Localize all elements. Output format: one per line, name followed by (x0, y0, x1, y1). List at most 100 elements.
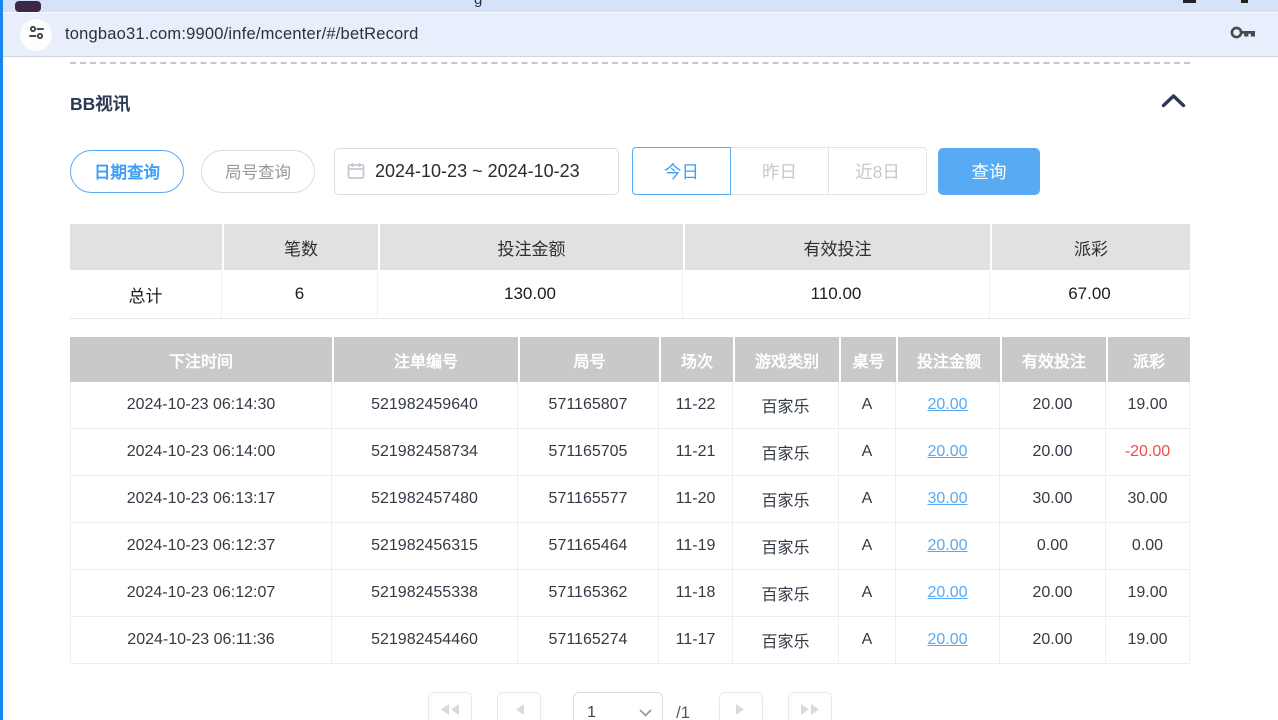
bet-records-table: 下注时间 注单编号 局号 场次 游戏类别 桌号 投注金额 有效投注 派彩 202… (70, 337, 1190, 664)
today-button[interactable]: 今日 (632, 147, 731, 195)
next-page-button[interactable] (719, 692, 763, 720)
cell-payout: 19.00 (1106, 617, 1190, 663)
cell-valid-bet: 0.00 (1000, 523, 1106, 569)
cell-payout: 19.00 (1106, 382, 1190, 428)
cell-table-no: A (839, 523, 896, 569)
search-button[interactable]: 查询 (938, 148, 1040, 195)
window-control-icon[interactable] (1183, 0, 1196, 3)
cell-round-no: 571165705 (518, 429, 659, 475)
cell-bet-time: 2024-10-23 06:14:30 (70, 382, 332, 428)
cell-session: 11-18 (659, 570, 733, 616)
cell-table-no: A (839, 570, 896, 616)
header-round-no: 局号 (518, 337, 659, 382)
table-row: 2024-10-23 06:11:36 521982454460 5711652… (70, 617, 1190, 664)
cell-payout: 19.00 (1106, 570, 1190, 616)
header-payout: 派彩 (1106, 337, 1190, 382)
summary-header-empty (70, 224, 222, 270)
cell-session: 11-19 (659, 523, 733, 569)
yesterday-button[interactable]: 昨日 (730, 147, 829, 195)
cell-bet-amount-link[interactable]: 30.00 (896, 476, 1000, 522)
password-manager-button[interactable] (1229, 24, 1256, 46)
right-arrow-icon (734, 703, 747, 720)
table-header-row: 下注时间 注单编号 局号 场次 游戏类别 桌号 投注金额 有效投注 派彩 (70, 337, 1190, 382)
page-select[interactable]: 1 (573, 692, 663, 720)
summary-header-payout: 派彩 (990, 224, 1190, 270)
url-input[interactable]: tongbao31.com:9900/infe/mcenter/#/betRec… (65, 25, 419, 44)
window-edge (0, 0, 3, 720)
round-query-tab[interactable]: 局号查询 (201, 150, 315, 193)
window-control-icon[interactable] (1241, 0, 1248, 3)
cell-payout: 30.00 (1106, 476, 1190, 522)
tab-title-fragment: g (474, 0, 482, 8)
summary-header-count: 笔数 (222, 224, 378, 270)
summary-table: 笔数 投注金额 有效投注 派彩 总计 6 130.00 110.00 67.00 (70, 224, 1190, 319)
browser-tab-strip: g (0, 0, 1278, 12)
cell-valid-bet: 20.00 (1000, 382, 1106, 428)
last-8-days-button[interactable]: 近8日 (828, 147, 927, 195)
header-game-type: 游戏类别 (733, 337, 839, 382)
double-left-icon (439, 703, 461, 720)
summary-payout-value: 67.00 (990, 270, 1190, 319)
cell-table-no: A (839, 429, 896, 475)
cell-bet-time: 2024-10-23 06:14:00 (70, 429, 332, 475)
date-query-tab[interactable]: 日期查询 (70, 150, 184, 193)
cell-session: 11-22 (659, 382, 733, 428)
date-range-value: 2024-10-23 ~ 2024-10-23 (375, 161, 580, 182)
cell-round-no: 571165577 (518, 476, 659, 522)
browser-window: g tongbao31.com:9900/infe/mcenter/#/betR… (0, 0, 1278, 720)
cell-valid-bet: 20.00 (1000, 429, 1106, 475)
summary-total-label: 总计 (70, 270, 222, 319)
collapse-section-button[interactable] (1157, 91, 1190, 115)
chevron-up-icon (1161, 95, 1186, 112)
site-settings-button[interactable] (20, 19, 52, 51)
cell-bet-amount-link[interactable]: 20.00 (896, 429, 1000, 475)
double-right-icon (799, 703, 821, 720)
cell-game-type: 百家乐 (733, 429, 839, 475)
cell-session: 11-21 (659, 429, 733, 475)
cell-game-type: 百家乐 (733, 476, 839, 522)
calendar-icon (347, 162, 365, 180)
cell-bet-amount-link[interactable]: 20.00 (896, 523, 1000, 569)
table-row: 2024-10-23 06:12:07 521982455338 5711653… (70, 570, 1190, 617)
tab-favicon (15, 1, 41, 12)
first-page-button[interactable] (428, 692, 472, 720)
cell-table-no: A (839, 382, 896, 428)
cell-bet-amount-link[interactable]: 20.00 (896, 382, 1000, 428)
date-range-input[interactable]: 2024-10-23 ~ 2024-10-23 (334, 148, 619, 195)
summary-bet-amount-value: 130.00 (378, 270, 683, 319)
summary-header-bet-amount: 投注金额 (378, 224, 683, 270)
cell-order-id: 521982456315 (332, 523, 518, 569)
table-row: 2024-10-23 06:13:17 521982457480 5711655… (70, 476, 1190, 523)
cell-bet-amount-link[interactable]: 20.00 (896, 617, 1000, 663)
page-select-value: 1 (587, 704, 596, 720)
prev-page-button[interactable] (497, 692, 541, 720)
page-title: BB视讯 (70, 91, 130, 116)
header-valid-bet: 有效投注 (1000, 337, 1106, 382)
table-row: 2024-10-23 06:14:30 521982459640 5711658… (70, 382, 1190, 429)
cell-payout: 0.00 (1106, 523, 1190, 569)
header-order-id: 注单编号 (332, 337, 518, 382)
cell-order-id: 521982459640 (332, 382, 518, 428)
total-pages-label: /1 (676, 692, 690, 720)
header-bet-amount: 投注金额 (896, 337, 1000, 382)
table-row: 2024-10-23 06:12:37 521982456315 5711654… (70, 523, 1190, 570)
left-arrow-icon (513, 703, 526, 720)
cell-bet-time: 2024-10-23 06:12:37 (70, 523, 332, 569)
cell-payout: -20.00 (1106, 429, 1190, 475)
cell-bet-time: 2024-10-23 06:11:36 (70, 617, 332, 663)
cell-session: 11-17 (659, 617, 733, 663)
bet-record-page: BB视讯 日期查询 局号查询 (0, 62, 1278, 720)
last-page-button[interactable] (788, 692, 832, 720)
quick-range-group: 今日 昨日 近8日 (632, 147, 927, 195)
cell-order-id: 521982455338 (332, 570, 518, 616)
cell-order-id: 521982454460 (332, 617, 518, 663)
cell-bet-amount-link[interactable]: 20.00 (896, 570, 1000, 616)
key-icon (1229, 24, 1256, 46)
cell-valid-bet: 30.00 (1000, 476, 1106, 522)
cell-game-type: 百家乐 (733, 617, 839, 663)
browser-address-bar: tongbao31.com:9900/infe/mcenter/#/betRec… (0, 12, 1278, 57)
cell-table-no: A (839, 617, 896, 663)
cell-bet-time: 2024-10-23 06:13:17 (70, 476, 332, 522)
summary-count-value: 6 (222, 270, 378, 319)
cell-round-no: 571165362 (518, 570, 659, 616)
